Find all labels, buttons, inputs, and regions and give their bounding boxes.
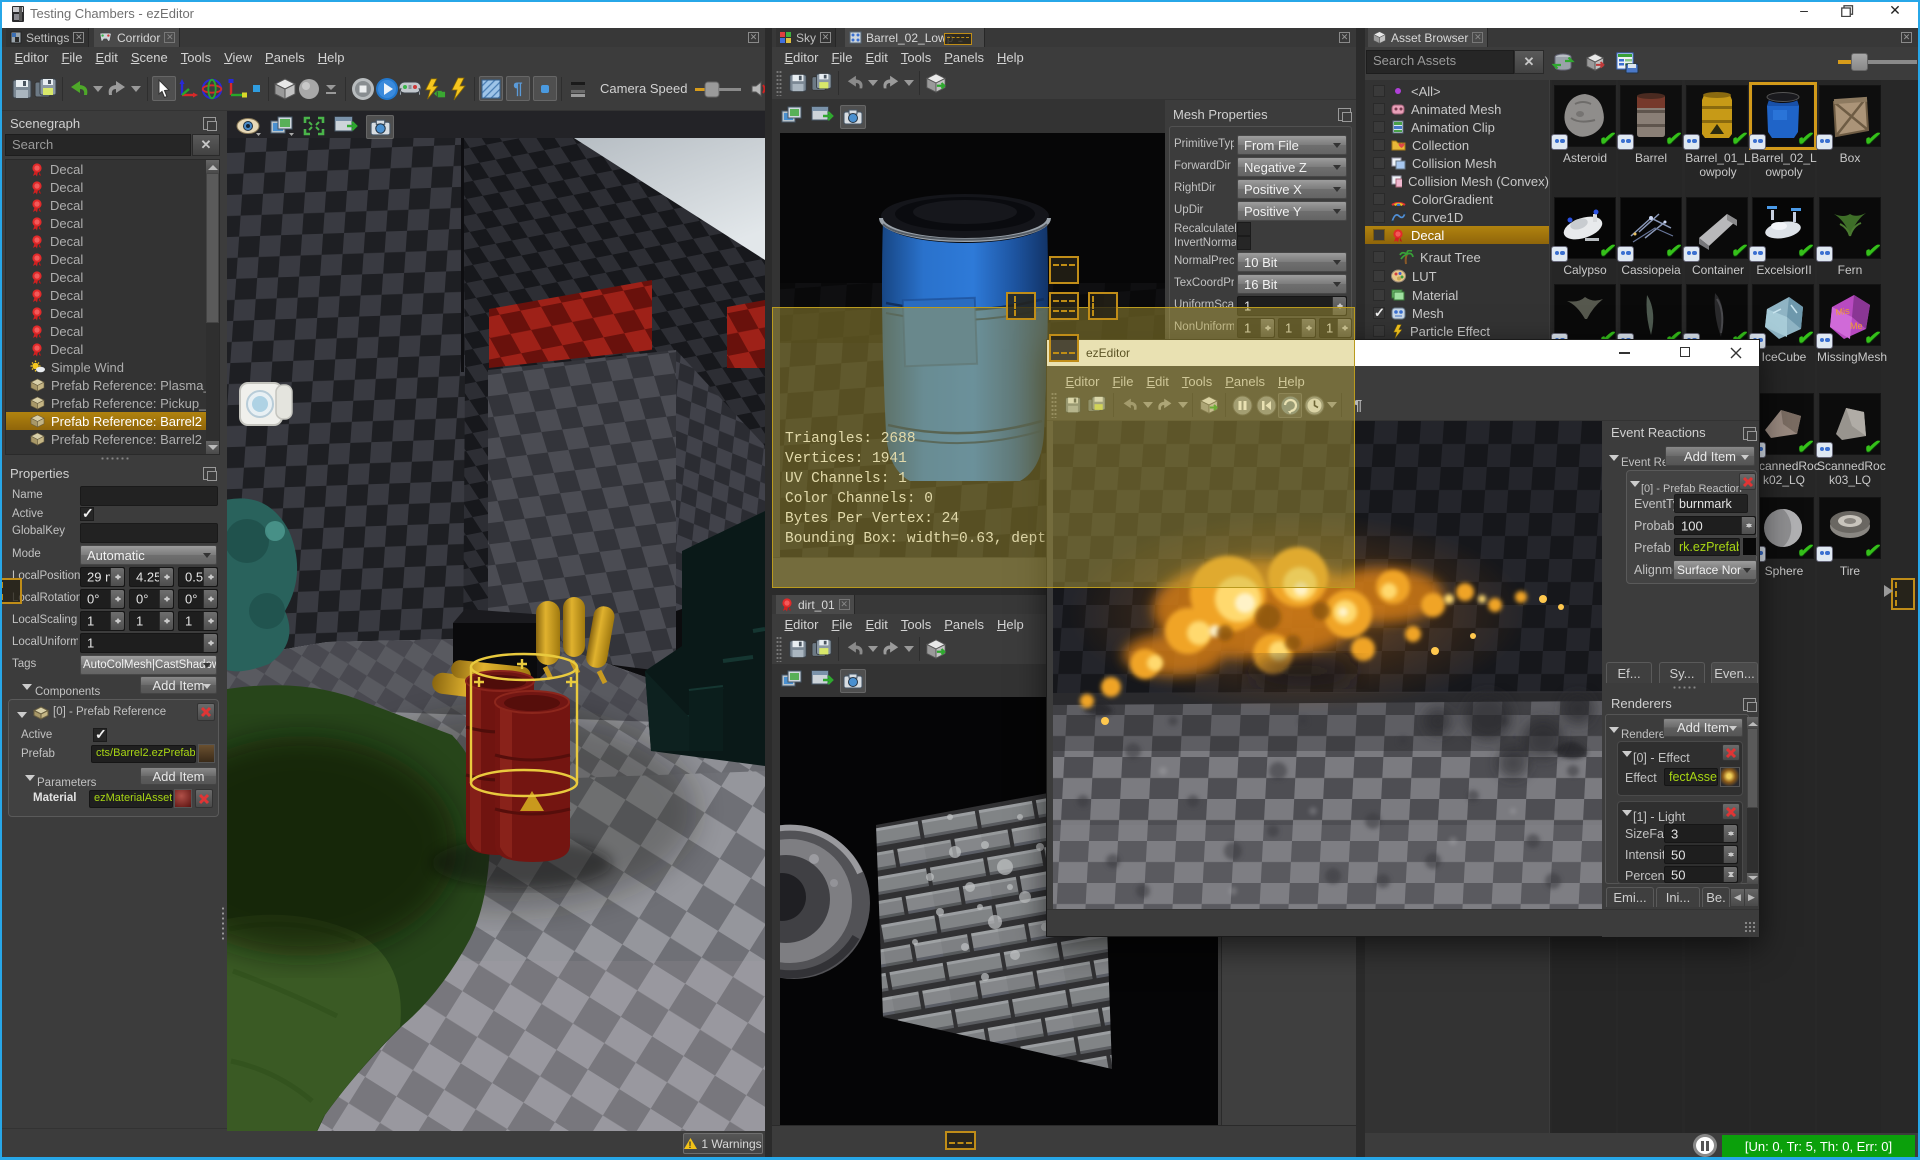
- svg-text:!: !: [689, 1140, 692, 1149]
- svg-text:Mis: Mis: [1835, 306, 1851, 318]
- svg-text:Me: Me: [1850, 321, 1863, 331]
